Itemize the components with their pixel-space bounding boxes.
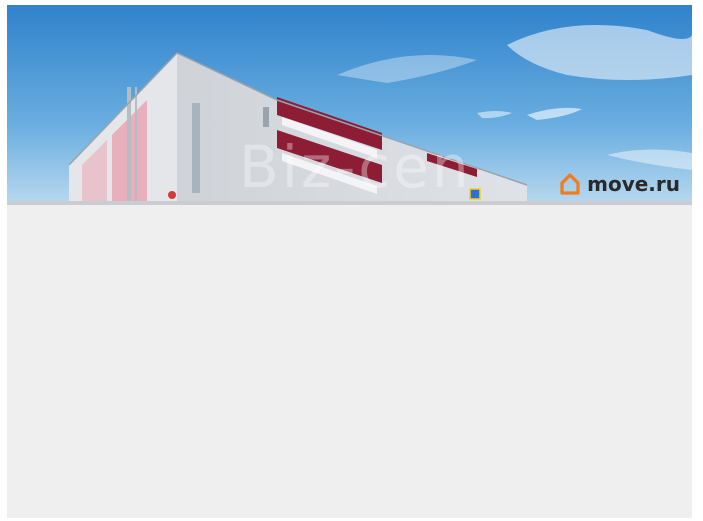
house-outline-icon [560,173,580,195]
move-ru-logo: move.ru [559,172,680,196]
listing-photo[interactable]: Biz-cen move.ru [7,5,692,205]
listing-gallery-frame: Biz-cen move.ru [7,5,692,518]
photo-watermark: Biz-cen [239,133,472,201]
image-placeholder-area [7,205,692,518]
logo-text: move.ru [587,172,680,196]
